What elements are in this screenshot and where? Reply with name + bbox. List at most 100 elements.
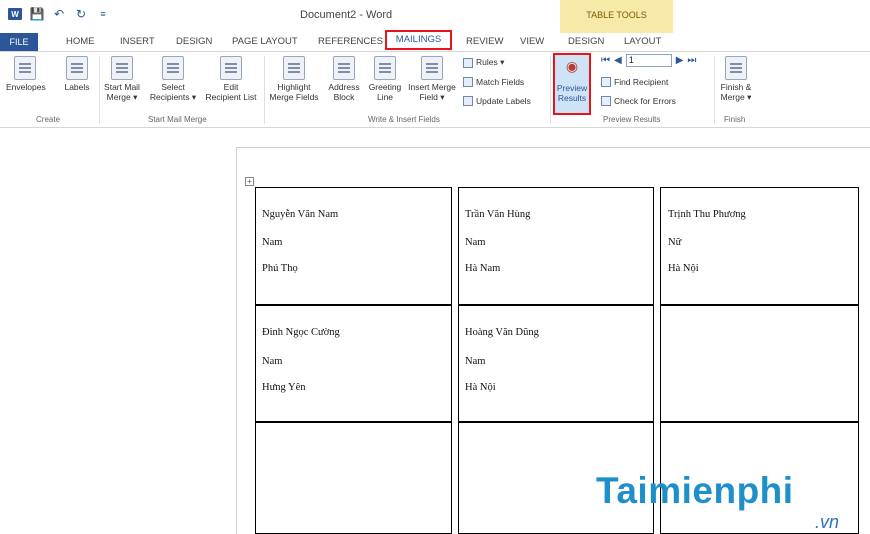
start-mail-merge-icon <box>111 56 133 80</box>
start-mail-merge-button[interactable]: Start Mail Merge ▾ <box>101 56 143 102</box>
finish-merge-button[interactable]: Finish & Merge ▾ <box>716 56 756 102</box>
find-recipient-label: Find Recipient <box>614 77 669 87</box>
table-move-handle-icon[interactable]: + <box>245 177 254 186</box>
tab-page-layout[interactable]: PAGE LAYOUT <box>232 36 298 47</box>
save-icon[interactable]: 💾 <box>30 7 45 21</box>
rules-button[interactable]: Rules ▾ <box>463 57 504 68</box>
group-label-preview-results: Preview Results <box>603 115 661 124</box>
tab-review[interactable]: REVIEW <box>466 36 503 47</box>
tab-references[interactable]: REFERENCES <box>318 36 383 47</box>
label-name: Đinh Ngọc Cường <box>262 327 340 338</box>
insert-merge-field-button[interactable]: Insert Merge Field ▾ <box>404 56 460 102</box>
quick-access-toolbar: W 💾 ↶ ↻ ≡ <box>8 7 110 21</box>
document-title: Document2 - Word <box>300 9 393 21</box>
find-recipient-button[interactable]: Find Recipient <box>601 77 668 87</box>
find-recipient-icon <box>601 77 611 87</box>
address-block-icon <box>333 56 355 80</box>
label-cell[interactable] <box>255 187 452 305</box>
tab-insert[interactable]: INSERT <box>120 36 155 47</box>
customize-qat-icon[interactable]: ≡ <box>96 8 110 20</box>
select-recipients-button[interactable]: Select Recipients ▾ <box>146 56 200 102</box>
envelopes-button[interactable]: Envelopes <box>6 56 46 92</box>
label-place: Hà Nam <box>465 263 501 274</box>
edit-recipient-list-icon <box>220 56 242 80</box>
group-divider <box>550 56 551 124</box>
check-errors-label: Check for Errors <box>614 96 676 106</box>
tab-file[interactable]: FILE <box>0 33 38 51</box>
label-cell[interactable] <box>458 305 654 422</box>
tab-table-design[interactable]: DESIGN <box>568 36 604 47</box>
labels-button[interactable]: Labels <box>61 56 93 92</box>
update-labels-button[interactable]: Update Labels <box>463 96 531 106</box>
label-gender: Nam <box>262 237 283 248</box>
record-number-input[interactable]: 1 <box>625 54 672 67</box>
address-line1: Address <box>328 82 360 92</box>
rules-icon <box>463 57 473 68</box>
check-errors-button[interactable]: Check for Errors <box>601 96 676 106</box>
ribbon-tabs: FILE HOME INSERT DESIGN PAGE LAYOUT REFE… <box>0 30 870 51</box>
match-fields-icon <box>463 77 473 87</box>
highlight-merge-fields-button[interactable]: Highlight Merge Fields <box>266 56 322 102</box>
label-cell[interactable] <box>660 305 859 422</box>
tab-mailings[interactable]: MAILINGS <box>385 30 452 50</box>
record-navigation: ⏮ ◀ 1 ▶ ⏭ <box>601 54 696 67</box>
label-place: Hà Nội <box>668 263 699 274</box>
insert-merge-line1: Insert Merge <box>408 82 456 92</box>
group-divider <box>714 56 715 124</box>
next-record-icon[interactable]: ▶ <box>676 55 684 66</box>
finish-line2: Merge ▾ <box>720 92 752 102</box>
label-name: Trịnh Thu Phương <box>668 209 746 220</box>
previous-record-icon[interactable]: ◀ <box>614 55 622 66</box>
last-record-icon[interactable]: ⏭ <box>687 55 696 66</box>
label-gender: Nam <box>262 356 283 367</box>
label-cell[interactable] <box>255 422 452 534</box>
label-place: Hưng Yên <box>262 382 306 393</box>
title-bar: W 💾 ↶ ↻ ≡ Document2 - Word <box>0 0 870 28</box>
ribbon-mailings: Envelopes Labels Create Start Mail Merge… <box>0 51 870 128</box>
greeting-line-button[interactable]: Greeting Line <box>364 56 406 102</box>
select-recipients-line2: Recipients ▾ <box>149 92 197 102</box>
label-cell[interactable] <box>255 305 452 422</box>
label-cell[interactable] <box>458 187 654 305</box>
group-divider <box>264 56 265 124</box>
tab-table-layout[interactable]: LAYOUT <box>624 36 661 47</box>
page-margin-guide <box>236 147 870 148</box>
highlight-line1: Highlight <box>277 82 311 92</box>
preview-line1: Preview <box>556 83 588 93</box>
start-mail-merge-line1: Start Mail <box>104 82 140 92</box>
preview-line2: Results <box>557 93 587 103</box>
greeting-line2: Line <box>376 92 394 102</box>
group-label-finish: Finish <box>724 115 746 124</box>
select-recipients-icon <box>162 56 184 80</box>
label-cell[interactable] <box>660 187 859 305</box>
label-place: Hà Nội <box>465 382 496 393</box>
match-fields-button[interactable]: Match Fields <box>463 77 524 87</box>
first-record-icon[interactable]: ⏮ <box>601 55 610 66</box>
edit-recipient-list-button[interactable]: Edit Recipient List <box>200 56 262 102</box>
highlight-line2: Merge Fields <box>269 92 319 102</box>
label-name: Nguyễn Văn Nam <box>262 209 339 220</box>
undo-icon[interactable]: ↶ <box>52 7 66 21</box>
tab-design[interactable]: DESIGN <box>176 36 212 47</box>
label-gender: Nam <box>465 356 486 367</box>
update-labels-label: Update Labels <box>476 96 531 106</box>
insert-merge-line2: Field ▾ <box>419 92 445 102</box>
address-block-button[interactable]: Address Block <box>324 56 364 102</box>
tab-view[interactable]: VIEW <box>520 36 544 47</box>
insert-merge-field-icon <box>421 56 443 80</box>
tab-home[interactable]: HOME <box>66 36 95 47</box>
label-gender: Nam <box>465 237 486 248</box>
greeting-line-icon <box>374 56 396 80</box>
label-name: Trần Văn Hùng <box>465 209 531 220</box>
label-name: Hoàng Văn Dũng <box>465 327 539 338</box>
envelopes-label: Envelopes <box>6 82 46 92</box>
envelope-icon <box>14 56 36 80</box>
label-place: Phú Thọ <box>262 263 298 274</box>
finish-line1: Finish & <box>720 82 752 92</box>
word-window: W 💾 ↶ ↻ ≡ Document2 - Word TABLE TOOLS F… <box>0 0 870 534</box>
finish-merge-icon <box>725 56 747 80</box>
greeting-line1: Greeting <box>368 82 402 92</box>
watermark-domain: .vn <box>815 512 840 532</box>
redo-icon[interactable]: ↻ <box>74 7 88 21</box>
group-label-create: Create <box>36 115 61 124</box>
